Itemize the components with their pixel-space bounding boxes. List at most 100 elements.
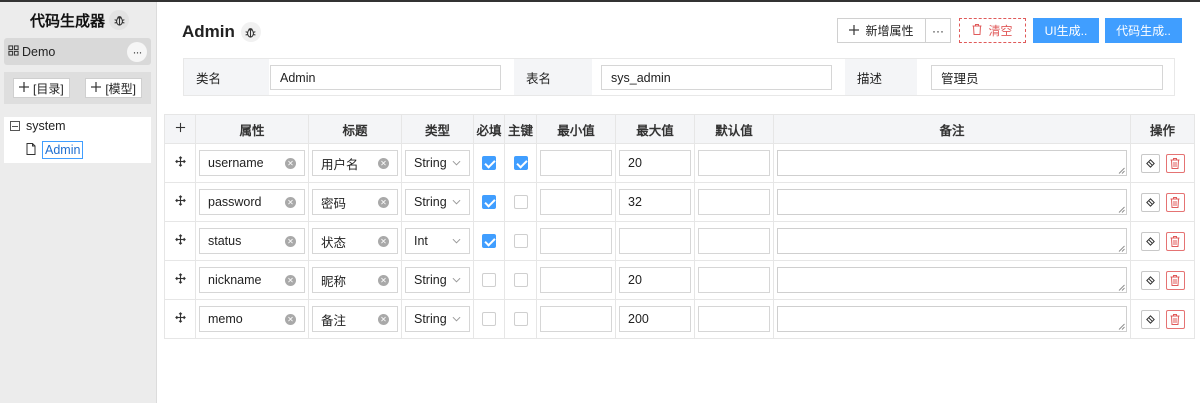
table-name-input[interactable] [601, 65, 832, 90]
default-value-input[interactable] [698, 267, 770, 293]
property-title-input[interactable]: 用户名 ✕ [312, 150, 398, 176]
clear-button[interactable]: 清空 [959, 18, 1026, 43]
tree-folder-system[interactable]: system [10, 119, 66, 133]
clear-x-icon[interactable]: ✕ [378, 157, 389, 169]
add-directory-button[interactable]: [目录] [13, 78, 70, 98]
default-value-input[interactable] [698, 150, 770, 176]
bug-icon[interactable] [109, 10, 130, 30]
primary-key-checkbox[interactable] [513, 195, 528, 210]
required-checkbox[interactable] [482, 273, 496, 288]
max-value-input[interactable] [619, 228, 691, 254]
add-model-button[interactable]: [模型] [85, 78, 142, 98]
clear-x-icon[interactable]: ✕ [285, 235, 296, 247]
required-checkbox[interactable] [482, 234, 496, 249]
resize-grip-icon[interactable] [1118, 323, 1125, 330]
class-name-input[interactable] [270, 65, 501, 90]
primary-key-checkbox[interactable] [513, 312, 528, 327]
resize-grip-icon[interactable] [1118, 206, 1125, 213]
more-actions-button[interactable]: ··· [925, 18, 951, 43]
min-value-input[interactable] [540, 189, 612, 215]
minus-square-icon[interactable] [10, 121, 20, 131]
move-icon[interactable] [174, 312, 186, 323]
property-title-input[interactable]: 状态 ✕ [312, 228, 398, 254]
required-checkbox[interactable] [482, 312, 496, 327]
clear-x-icon[interactable]: ✕ [285, 274, 296, 286]
project-more-button[interactable]: ··· [127, 41, 147, 62]
bug-icon[interactable] [240, 22, 261, 42]
delete-row-button[interactable] [1165, 192, 1185, 212]
required-checkbox[interactable] [482, 156, 496, 171]
default-value-input[interactable] [698, 228, 770, 254]
sidebar-actions: [目录] [模型] [4, 72, 151, 104]
memo-textarea[interactable] [777, 228, 1127, 254]
chevron-down-icon [452, 277, 461, 283]
clear-x-icon[interactable]: ✕ [285, 313, 296, 325]
copy-row-button[interactable] [1140, 309, 1160, 329]
add-property-button[interactable]: 新增属性 [837, 18, 925, 43]
move-icon[interactable] [174, 156, 186, 167]
property-type-select[interactable]: String [405, 150, 470, 176]
property-name-input[interactable]: memo ✕ [199, 306, 305, 332]
primary-key-checkbox[interactable] [513, 156, 528, 171]
delete-row-button[interactable] [1165, 231, 1185, 251]
move-icon[interactable] [174, 195, 186, 206]
resize-grip-icon[interactable] [1118, 245, 1125, 252]
clear-x-icon[interactable]: ✕ [378, 235, 389, 247]
copy-row-button[interactable] [1140, 270, 1160, 290]
move-icon[interactable] [174, 234, 186, 245]
memo-textarea[interactable] [777, 267, 1127, 293]
min-value-input[interactable] [540, 150, 612, 176]
primary-key-checkbox[interactable] [513, 234, 528, 249]
description-input[interactable] [931, 65, 1163, 90]
max-value: 20 [628, 156, 642, 170]
property-type-select[interactable]: String [405, 189, 470, 215]
property-title-input[interactable]: 备注 ✕ [312, 306, 398, 332]
copy-row-button[interactable] [1140, 192, 1160, 212]
max-value-input[interactable]: 20 [619, 150, 691, 176]
property-name-input[interactable]: nickname ✕ [199, 267, 305, 293]
property-type-value: String [414, 195, 447, 209]
delete-row-button[interactable] [1165, 153, 1185, 173]
tree-item-admin[interactable]: Admin [26, 141, 84, 159]
property-type-select[interactable]: String [405, 306, 470, 332]
property-name-input[interactable]: status ✕ [199, 228, 305, 254]
code-generate-button[interactable]: 代码生成.. [1105, 18, 1182, 43]
property-type-select[interactable]: String [405, 267, 470, 293]
project-item[interactable]: Demo ··· [4, 38, 151, 65]
clear-x-icon[interactable]: ✕ [285, 157, 296, 169]
resize-grip-icon[interactable] [1118, 284, 1125, 291]
property-name-input[interactable]: username ✕ [199, 150, 305, 176]
min-value-input[interactable] [540, 306, 612, 332]
ui-generate-button[interactable]: UI生成.. [1033, 18, 1099, 43]
required-checkbox[interactable] [482, 195, 496, 210]
property-type-select[interactable]: Int [405, 228, 470, 254]
copy-row-button[interactable] [1140, 153, 1160, 173]
max-value-input[interactable]: 20 [619, 267, 691, 293]
type-cell: Int [401, 221, 474, 261]
property-type-value: String [414, 156, 447, 170]
copy-row-button[interactable] [1140, 231, 1160, 251]
primary-key-checkbox[interactable] [513, 273, 528, 288]
default-value-input[interactable] [698, 189, 770, 215]
property-name-value: password [208, 195, 262, 209]
max-value-input[interactable]: 200 [619, 306, 691, 332]
delete-row-button[interactable] [1165, 270, 1185, 290]
resize-grip-icon[interactable] [1118, 167, 1125, 174]
property-title-input[interactable]: 密码 ✕ [312, 189, 398, 215]
clear-x-icon[interactable]: ✕ [285, 196, 296, 208]
move-icon[interactable] [174, 273, 186, 284]
memo-textarea[interactable] [777, 189, 1127, 215]
delete-row-button[interactable] [1165, 309, 1185, 329]
memo-textarea[interactable] [777, 150, 1127, 176]
property-name-input[interactable]: password ✕ [199, 189, 305, 215]
model-tree-icon [8, 44, 19, 59]
min-value-input[interactable] [540, 228, 612, 254]
clear-x-icon[interactable]: ✕ [378, 196, 389, 208]
default-value-input[interactable] [698, 306, 770, 332]
clear-x-icon[interactable]: ✕ [378, 274, 389, 286]
property-title-input[interactable]: 昵称 ✕ [312, 267, 398, 293]
clear-x-icon[interactable]: ✕ [378, 313, 389, 325]
min-value-input[interactable] [540, 267, 612, 293]
memo-textarea[interactable] [777, 306, 1127, 332]
max-value-input[interactable]: 32 [619, 189, 691, 215]
